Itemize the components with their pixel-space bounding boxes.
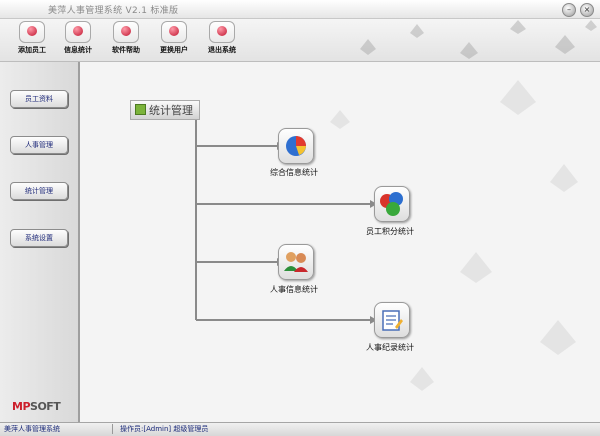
employee-score-button[interactable] <box>374 186 410 222</box>
add-employee-button[interactable]: 添加员工 <box>12 21 52 57</box>
sidebar: 员工资料 人事管理 统计管理 系统设置 MPSOFT <box>0 62 80 422</box>
overall-statistics-button[interactable] <box>278 128 314 164</box>
help-button[interactable]: 软件帮助 <box>106 21 146 57</box>
switch-user-button[interactable]: 更换用户 <box>154 21 194 57</box>
node-label: 人事信息统计 <box>270 285 318 294</box>
status-bar: 美萍人事管理系统 操作员:[Admin] 超级管理员 <box>0 422 600 436</box>
minimize-button[interactable]: – <box>562 3 576 17</box>
node-label: 综合信息统计 <box>270 168 318 177</box>
close-button[interactable]: × <box>580 3 594 17</box>
toolbar-label: 软件帮助 <box>112 46 140 54</box>
sidebar-item-statistics[interactable]: 统计管理 <box>10 182 68 200</box>
help-icon <box>113 21 139 43</box>
toolbar-label: 添加员工 <box>18 46 46 54</box>
window-title: 美萍人事管理系统 V2.1 标准版 <box>48 6 179 16</box>
mpsoft-logo: MPSOFT <box>12 400 61 413</box>
toolbar-label: 更换用户 <box>160 46 188 54</box>
statistics-icon <box>65 21 91 43</box>
sidebar-item-hr-management[interactable]: 人事管理 <box>10 136 68 154</box>
hr-info-statistics-button[interactable] <box>278 244 314 280</box>
pie-chart-icon <box>286 136 306 156</box>
sidebar-item-employee-info[interactable]: 员工资料 <box>10 90 68 108</box>
score-icon <box>380 192 403 216</box>
node-label: 人事纪录统计 <box>366 343 414 352</box>
folder-icon <box>135 104 146 115</box>
main-panel: 统计管理 综合信息统计 员工积分统计 人事信息统计 人事纪录统计 <box>80 62 600 422</box>
title-bar: 美萍人事管理系统 V2.1 标准版 – × <box>0 0 600 19</box>
people-icon <box>284 252 308 272</box>
sidebar-item-settings[interactable]: 系统设置 <box>10 229 68 247</box>
toolbar-label: 信息统计 <box>64 46 92 54</box>
exit-icon <box>209 21 235 43</box>
status-app-name: 美萍人事管理系统 <box>4 425 60 433</box>
hr-record-statistics-button[interactable] <box>374 302 410 338</box>
statistics-button[interactable]: 信息统计 <box>58 21 98 57</box>
node-label: 员工积分统计 <box>366 227 414 236</box>
record-icon <box>382 310 403 331</box>
toolbar-label: 退出系统 <box>208 46 236 54</box>
switch-user-icon <box>161 21 187 43</box>
exit-button[interactable]: 退出系统 <box>202 21 242 57</box>
section-title: 统计管理 <box>130 100 200 120</box>
leaf-decoration <box>360 20 597 59</box>
toolbar: 添加员工 信息统计 软件帮助 更换用户 退出系统 <box>0 19 600 62</box>
status-operator: 操作员:[Admin] 超级管理员 <box>120 425 209 433</box>
status-separator <box>112 424 113 434</box>
add-employee-icon <box>19 21 45 43</box>
